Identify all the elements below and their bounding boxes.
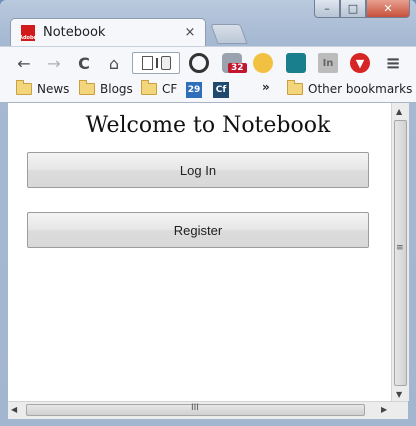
- bookmark-coldfusion[interactable]: Cf: [213, 82, 229, 98]
- swirl-extension-icon[interactable]: [286, 53, 306, 73]
- page-content: Welcome to Notebook Log In Register: [8, 103, 391, 401]
- browser-toolbar: ← → C ⌂ In ▼ ≡: [0, 46, 416, 79]
- bookmark-news[interactable]: News: [16, 80, 70, 96]
- mobile-icon: [160, 56, 171, 70]
- vivaldi-extension-icon[interactable]: ▼: [350, 53, 370, 73]
- menu-icon[interactable]: ≡: [381, 51, 405, 75]
- extension-badge: 32: [228, 63, 247, 73]
- login-button[interactable]: Log In: [27, 152, 369, 188]
- scroll-down-arrow-icon[interactable]: ▼: [396, 390, 402, 399]
- folder-icon: [16, 80, 32, 95]
- bookmark-cf[interactable]: CF: [141, 80, 178, 96]
- page-title: Welcome to Notebook: [85, 113, 331, 138]
- horizontal-grip-icon: III: [191, 403, 199, 413]
- register-button[interactable]: Register: [27, 212, 369, 248]
- other-bookmarks-label: Other bookmarks: [308, 82, 413, 96]
- adobe-favicon-icon: Adobe: [19, 24, 37, 41]
- tab-close-icon[interactable]: ×: [181, 25, 199, 40]
- other-bookmarks[interactable]: Other bookmarks: [287, 80, 413, 96]
- folder-icon: [287, 80, 303, 95]
- bookmark-blogs[interactable]: Blogs: [79, 80, 133, 96]
- bookmark-label: News: [37, 82, 70, 96]
- minimize-button[interactable]: –: [314, 0, 340, 18]
- home-button[interactable]: ⌂: [102, 51, 126, 75]
- close-window-button[interactable]: ✕: [366, 0, 410, 18]
- vertical-grip-icon: ≡: [396, 243, 404, 253]
- scroll-left-arrow-icon[interactable]: ◀: [11, 405, 17, 414]
- window-controls: – □ ✕: [314, 0, 410, 18]
- smiley-icon[interactable]: [253, 53, 273, 73]
- bookmarks-overflow-button[interactable]: »: [262, 80, 270, 94]
- linkedin-extension-icon[interactable]: In: [318, 53, 338, 73]
- scroll-up-arrow-icon[interactable]: ▲: [396, 107, 402, 116]
- forward-button[interactable]: →: [42, 51, 66, 75]
- scroll-right-arrow-icon[interactable]: ▶: [381, 405, 387, 414]
- folder-icon: [141, 80, 157, 95]
- new-tab-button[interactable]: [210, 24, 248, 44]
- back-button[interactable]: ←: [12, 51, 36, 75]
- bookmark-calendar[interactable]: 29: [186, 82, 202, 98]
- coldfusion-icon: Cf: [213, 82, 229, 98]
- address-bar[interactable]: [132, 52, 180, 74]
- page-icon: [141, 56, 153, 70]
- tab-title: Notebook: [43, 25, 106, 40]
- maximize-button[interactable]: □: [340, 0, 366, 18]
- bookmark-label: CF: [162, 82, 178, 96]
- bookmarks-bar: News Blogs CF 29 Cf » Other bookmarks: [0, 78, 416, 103]
- bookmark-label: Blogs: [100, 82, 133, 96]
- extension-c-icon[interactable]: [189, 53, 209, 73]
- folder-icon: [79, 80, 95, 95]
- calendar-icon: 29: [186, 82, 202, 98]
- cursor-icon: [155, 58, 158, 68]
- reload-button[interactable]: C: [72, 51, 96, 75]
- tab-notebook[interactable]: Adobe Notebook ×: [10, 18, 206, 46]
- browser-window: – □ ✕ Adobe Notebook × ← → C ⌂ In ▼ ≡ 32…: [0, 0, 416, 426]
- vertical-scroll-thumb[interactable]: [394, 120, 407, 386]
